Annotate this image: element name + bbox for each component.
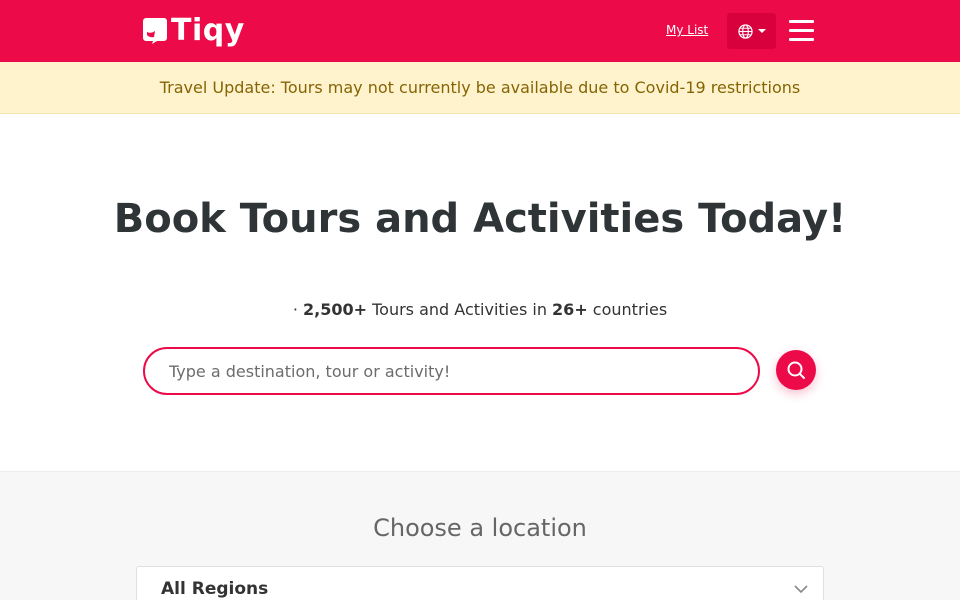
logo-mark-icon <box>143 18 167 44</box>
subtitle-suffix: countries <box>587 300 668 319</box>
search-button[interactable] <box>776 350 816 390</box>
hero-section: Book Tours and Activities Today! · 2,500… <box>0 114 960 471</box>
logo-text: Tiqy <box>171 13 245 48</box>
hero-subtitle: · 2,500+ Tours and Activities in 26+ cou… <box>0 300 960 319</box>
location-section: Choose a location All Regions <box>0 471 960 600</box>
region-selected-value: All Regions <box>161 579 269 599</box>
travel-update-banner: Travel Update: Tours may not currently b… <box>0 62 960 114</box>
hamburger-menu-icon[interactable] <box>789 20 814 42</box>
search-input[interactable] <box>145 349 758 393</box>
countries-count: 26+ <box>552 300 588 319</box>
search-field <box>143 347 760 395</box>
subtitle-prefix: · <box>292 300 304 319</box>
banner-text: Travel Update: Tours may not currently b… <box>159 78 801 97</box>
chevron-down-icon <box>794 585 808 594</box>
region-dropdown[interactable]: All Regions <box>136 566 824 600</box>
language-selector-button[interactable] <box>727 13 776 49</box>
menu-line <box>789 29 814 32</box>
my-list-link[interactable]: My List <box>666 23 708 37</box>
logo[interactable]: Tiqy <box>143 14 245 48</box>
tours-count: 2,500+ <box>303 300 368 319</box>
hero-title: Book Tours and Activities Today! <box>113 196 847 242</box>
search-icon <box>787 361 805 379</box>
caret-down-icon <box>757 29 766 33</box>
menu-line <box>789 38 814 41</box>
subtitle-middle: Tours and Activities in <box>367 300 553 319</box>
top-navbar: Tiqy My List <box>0 0 960 62</box>
menu-line <box>789 20 814 23</box>
globe-icon <box>737 23 753 39</box>
location-title: Choose a location <box>373 514 587 542</box>
